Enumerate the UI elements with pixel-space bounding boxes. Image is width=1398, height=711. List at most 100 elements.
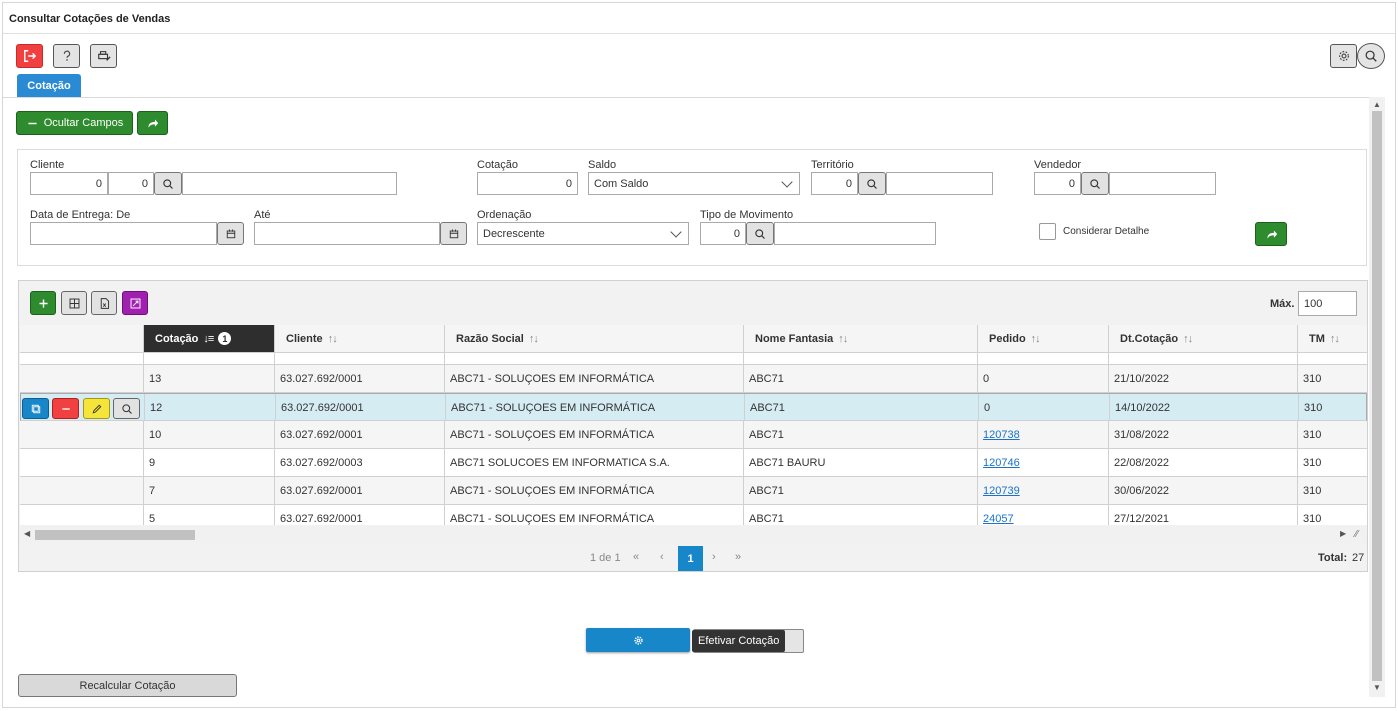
edit-button[interactable] xyxy=(83,398,110,419)
cliente-code1-input[interactable]: 0 xyxy=(30,172,108,195)
data-entrega-de-calendar-button[interactable] xyxy=(217,222,244,245)
add-button[interactable] xyxy=(30,291,56,315)
considerar-detalhe-checkbox[interactable] xyxy=(1039,223,1056,240)
chevron-down-icon xyxy=(781,176,793,188)
expand-icon xyxy=(130,298,140,308)
table-row[interactable]: 13 63.027.692/0001 ABC71 - SOLUÇOES EM INF… xyxy=(20,365,1367,393)
first-page-icon[interactable]: « xyxy=(633,551,639,563)
pedido-link[interactable]: 120739 xyxy=(983,485,1020,497)
col-header-cliente[interactable]: Cliente ↑↓ xyxy=(275,325,445,353)
saldo-select[interactable]: Com Saldo xyxy=(588,172,800,195)
scroll-up-icon[interactable]: ▲ xyxy=(1373,100,1381,109)
cell-tm: 310 xyxy=(1298,505,1367,525)
prev-page-icon[interactable]: ‹ xyxy=(660,551,664,563)
last-page-icon[interactable]: » xyxy=(735,551,741,563)
territorio-name-input[interactable] xyxy=(886,172,993,195)
cell-actions xyxy=(20,365,144,392)
cell-tm: 310 xyxy=(1298,449,1367,476)
col-header-pedido[interactable]: Pedido ↑↓ xyxy=(978,325,1109,353)
max-input[interactable]: 100 xyxy=(1298,291,1357,316)
cell-tm: 310 xyxy=(1298,365,1367,392)
share-button[interactable] xyxy=(137,111,168,135)
table-row[interactable]: 9 63.027.692/0003 ABC71 SOLUCOES EM INFORM… xyxy=(20,449,1367,477)
table-row[interactable]: 10 63.027.692/0001 ABC71 - SOLUÇOES EM INF… xyxy=(20,421,1367,449)
global-search-button[interactable] xyxy=(1357,43,1385,69)
print-button[interactable] xyxy=(90,44,117,68)
tipo-movimento-name-input[interactable] xyxy=(774,222,936,245)
cell-tm: 310 xyxy=(1298,421,1367,448)
col-header-cotacao[interactable]: Cotação ↓≡ 1 xyxy=(144,325,275,353)
cell-cotacao: 13 xyxy=(144,365,275,392)
settings-button[interactable] xyxy=(1330,44,1357,68)
data-entrega-de-input[interactable] xyxy=(30,222,217,245)
col-header-nome-fantasia[interactable]: Nome Fantasia ↑↓ xyxy=(744,325,978,353)
cell-cliente: 63.027.692/0001 xyxy=(275,477,445,504)
pedido-link[interactable]: 120738 xyxy=(983,429,1020,441)
scroll-left-icon[interactable]: ◀ xyxy=(24,529,30,538)
col-header-dt-cotacao[interactable]: Dt.Cotação ↑↓ xyxy=(1109,325,1298,353)
page-info: 1 de 1 xyxy=(590,552,621,564)
cell-nome-fantasia-text: ABC71 xyxy=(749,372,784,385)
table-row[interactable]: 7 63.027.692/0001 ABC71 - SOLUÇOES EM INFO… xyxy=(20,477,1367,505)
ordenacao-value: Decrescente xyxy=(483,227,545,240)
help-button[interactable] xyxy=(53,44,80,68)
grid-horizontal-scrollbar[interactable]: ◀ ▶ ⁄⁄ xyxy=(20,526,1367,543)
delete-button[interactable] xyxy=(52,398,79,419)
cliente-code2-input[interactable]: 0 xyxy=(108,172,154,195)
page-vertical-scrollbar[interactable]: ▲ ▼ xyxy=(1369,97,1385,697)
tipo-movimento-code-input[interactable]: 0 xyxy=(700,222,746,245)
hscroll-thumb[interactable] xyxy=(35,530,195,540)
ate-input[interactable] xyxy=(254,222,440,245)
cell-cotacao-text: 10 xyxy=(149,428,162,441)
cell-actions xyxy=(20,477,144,504)
hide-fields-button[interactable]: Ocultar Campos xyxy=(16,111,133,135)
question-icon xyxy=(63,50,70,61)
expand-button[interactable] xyxy=(122,291,148,315)
scroll-down-icon[interactable]: ▼ xyxy=(1373,683,1381,692)
territorio-search-button[interactable] xyxy=(858,172,886,195)
ate-calendar-button[interactable] xyxy=(440,222,467,245)
pedido-link[interactable]: 120746 xyxy=(983,457,1020,469)
cell-tm-text: 310 xyxy=(1303,456,1322,469)
resize-handle-icon[interactable]: ⁄⁄ xyxy=(1355,529,1358,540)
cell-pedido: 120746 xyxy=(978,449,1109,476)
current-page-button[interactable]: 1 xyxy=(678,546,703,571)
ordenacao-select[interactable]: Decrescente xyxy=(477,222,689,245)
tab-divider xyxy=(3,97,1369,98)
gear-icon xyxy=(633,635,643,645)
view-button[interactable] xyxy=(113,398,140,419)
territorio-code-input[interactable]: 0 xyxy=(811,172,858,195)
cell-cotacao-text: 7 xyxy=(149,484,156,497)
cell-dt-cotacao-text: 21/10/2022 xyxy=(1114,372,1170,385)
scroll-thumb[interactable] xyxy=(1372,111,1382,681)
cell-tm-text: 310 xyxy=(1303,428,1322,441)
exit-button[interactable] xyxy=(16,44,43,68)
columns-button[interactable] xyxy=(61,291,87,315)
cotacao-input[interactable]: 0 xyxy=(477,172,578,195)
col-cotacao-label: Cotação xyxy=(155,332,199,345)
col-header-tm[interactable]: TM ↑↓ xyxy=(1298,325,1367,353)
search-icon xyxy=(755,228,765,239)
table-row[interactable]: 12 63.027.692/0001 ABC71 - SOLUÇOES EM INF… xyxy=(20,393,1367,421)
vendedor-code-input[interactable]: 0 xyxy=(1034,172,1081,195)
vendedor-name-input[interactable] xyxy=(1109,172,1216,195)
copy-button[interactable] xyxy=(22,398,49,419)
table-row[interactable]: 5 63.027.692/0001 ABC71 - SOLUÇOES EM INFO… xyxy=(20,505,1367,525)
cell-dt-cotacao-text: 30/06/2022 xyxy=(1114,484,1170,497)
efetivar-cotacao-button[interactable] xyxy=(586,628,690,652)
next-page-icon[interactable]: › xyxy=(712,551,716,563)
export-excel-button[interactable] xyxy=(91,291,117,315)
col-header-razao-social[interactable]: Razão Social ↑↓ xyxy=(445,325,744,353)
recalcular-cotacao-button[interactable]: Recalcular Cotação xyxy=(18,674,237,697)
scroll-right-icon[interactable]: ▶ xyxy=(1340,529,1346,538)
cliente-search-button[interactable] xyxy=(154,172,182,195)
col-razao-label: Razão Social xyxy=(456,332,524,345)
cell-tm-text: 310 xyxy=(1303,372,1322,385)
apply-filters-button[interactable] xyxy=(1255,222,1287,246)
vendedor-search-button[interactable] xyxy=(1081,172,1109,195)
col-cliente-label: Cliente xyxy=(286,332,323,345)
tipo-movimento-search-button[interactable] xyxy=(746,222,774,245)
cliente-name-input[interactable] xyxy=(182,172,397,195)
pedido-link[interactable]: 24057 xyxy=(983,513,1014,525)
tab-cotacao[interactable]: Cotação xyxy=(17,74,81,97)
